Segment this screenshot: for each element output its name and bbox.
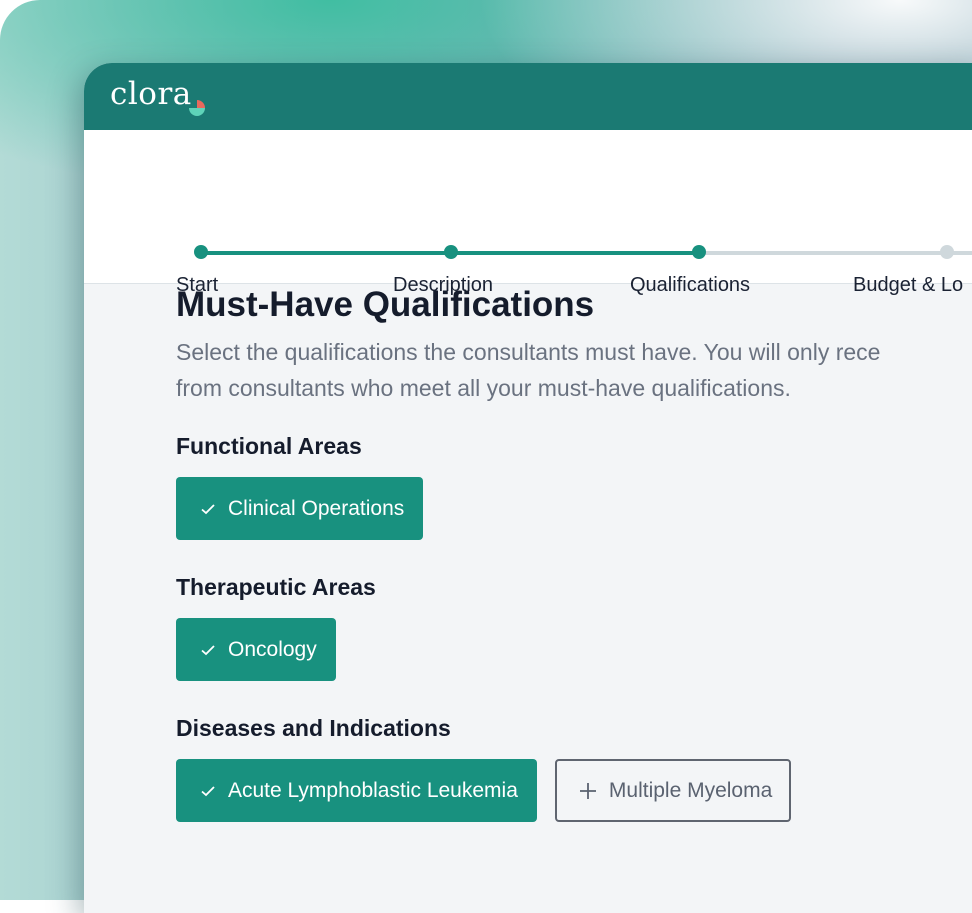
section-title: Diseases and Indications <box>176 715 451 741</box>
chip-label: Oncology <box>228 637 317 661</box>
check-icon <box>200 642 216 658</box>
chip-label: Multiple Myeloma <box>608 778 773 802</box>
section-therapeutic-areas: Therapeutic Areas Oncology <box>176 573 880 681</box>
step-dot-qualifications[interactable] <box>692 245 706 259</box>
chip-group: Oncology <box>176 618 880 681</box>
check-icon <box>200 501 216 517</box>
plus-icon <box>579 782 597 800</box>
step-dot-start[interactable] <box>194 245 208 259</box>
description-line-2: from consultants who meet all your must-… <box>176 375 791 401</box>
check-icon <box>200 783 216 799</box>
chip-clinical-operations[interactable]: Clinical Operations <box>176 477 424 540</box>
progress-stepper: Start Description Qualifications Budget … <box>84 130 972 296</box>
section-diseases-indications: Diseases and Indications Acute Lymphobla… <box>176 714 880 822</box>
qualifications-form: Must-Have Qualifications Select the qual… <box>176 284 880 822</box>
section-functional-areas: Functional Areas Clinical Operations <box>176 432 880 540</box>
chip-acute-lymphoblastic-leukemia[interactable]: Acute Lymphoblastic Leukemia <box>176 759 537 822</box>
section-title: Functional Areas <box>176 433 362 459</box>
stepper-track-done-1 <box>201 251 451 255</box>
top-bar: clora <box>84 63 972 130</box>
chip-group: Clinical Operations <box>176 477 880 540</box>
stepper-track-upcoming <box>699 251 972 255</box>
chip-label: Acute Lymphoblastic Leukemia <box>228 778 518 802</box>
chip-oncology[interactable]: Oncology <box>176 618 336 681</box>
step-dot-description[interactable] <box>444 245 458 259</box>
logo-mark-icon <box>189 100 205 116</box>
page-description: Select the qualifications the consultant… <box>176 334 880 406</box>
section-title: Therapeutic Areas <box>176 574 376 600</box>
description-line-1: Select the qualifications the consultant… <box>176 339 881 365</box>
app-window: clora Start Description Qualifications B… <box>84 63 972 913</box>
step-dot-budget[interactable] <box>940 245 954 259</box>
chip-multiple-myeloma[interactable]: Multiple Myeloma <box>554 759 792 822</box>
chip-label: Clinical Operations <box>228 496 405 520</box>
clora-logo[interactable]: clora <box>110 75 192 113</box>
chip-group: Acute Lymphoblastic Leukemia Multiple My… <box>176 759 880 822</box>
stepper-track-done-2 <box>451 251 699 255</box>
page-title: Must-Have Qualifications <box>176 285 595 324</box>
